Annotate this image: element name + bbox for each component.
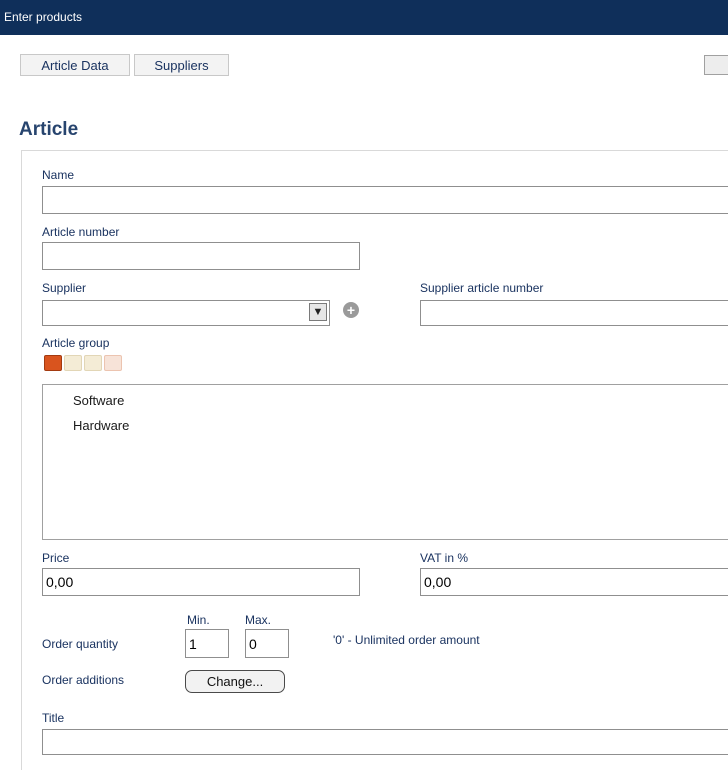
tab-article-data[interactable]: Article Data (20, 54, 130, 76)
section-title: Article (19, 119, 79, 140)
supplier-label: Supplier (42, 281, 87, 295)
order-additions-label: Order additions (42, 673, 125, 687)
window-titlebar: Enter products (0, 0, 728, 35)
name-input[interactable] (42, 186, 728, 214)
vat-input[interactable] (420, 568, 728, 596)
min-quantity-input[interactable] (185, 629, 229, 658)
price-input[interactable] (42, 568, 360, 596)
title-label: Title (42, 711, 65, 725)
window-title: Enter products (4, 10, 83, 24)
folder-edit-icon[interactable] (84, 355, 102, 371)
supplier-article-number-label: Supplier article number (420, 281, 544, 295)
min-label: Min. (187, 613, 210, 627)
max-quantity-input[interactable] (245, 629, 289, 658)
folder-delete-icon[interactable] (104, 355, 122, 371)
supplier-select[interactable]: ▼ (42, 300, 330, 326)
folder-new-icon[interactable] (64, 355, 82, 371)
tab-suppliers[interactable]: Suppliers (134, 54, 229, 76)
list-item[interactable]: Hardware (73, 418, 129, 433)
order-quantity-label: Order quantity (42, 637, 119, 651)
name-label: Name (42, 168, 75, 182)
article-group-label: Article group (42, 336, 110, 350)
chevron-down-icon[interactable]: ▼ (309, 303, 327, 321)
change-button[interactable]: Change... (185, 670, 285, 693)
max-label: Max. (245, 613, 272, 627)
plus-circle-icon[interactable]: + (343, 302, 359, 318)
tab-suppliers-label: Suppliers (154, 58, 209, 73)
article-number-label: Article number (42, 225, 120, 239)
supplier-article-number-input[interactable] (420, 300, 728, 326)
tab-article-data-label: Article Data (41, 58, 109, 73)
vat-label: VAT in % (420, 551, 469, 565)
help-button[interactable] (704, 55, 728, 75)
order-quantity-hint: '0' - Unlimited order amount (333, 633, 480, 647)
title-input[interactable] (42, 729, 728, 755)
price-label: Price (42, 551, 70, 565)
folder-open-icon[interactable] (44, 355, 62, 371)
article-group-list[interactable]: Software Hardware (42, 384, 728, 540)
list-item[interactable]: Software (73, 393, 124, 408)
article-number-input[interactable] (42, 242, 360, 270)
